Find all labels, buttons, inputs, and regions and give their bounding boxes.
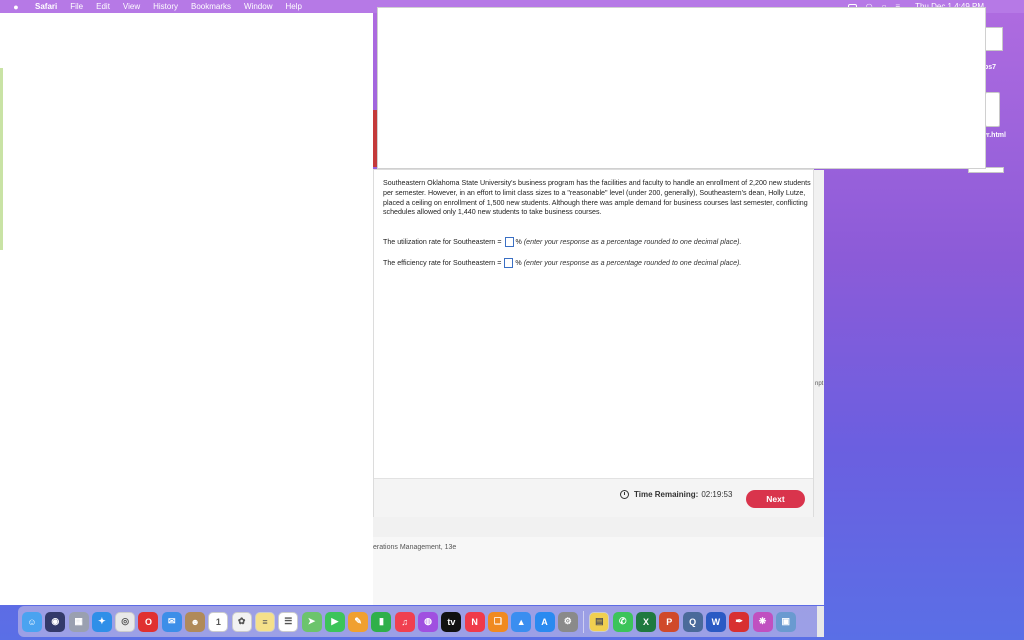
apple-icon[interactable]: ●: [11, 2, 21, 12]
contacts-icon[interactable]: ☻: [185, 611, 206, 632]
time-remaining: Time Remaining: 02:19:53: [620, 490, 732, 499]
maps-icon[interactable]: ➤: [301, 611, 322, 632]
utilization-answer-row: The utilization rate for Southeastern = …: [383, 237, 742, 247]
word-icon[interactable]: W: [705, 611, 726, 632]
left-browser-window: [0, 13, 373, 605]
news-icon[interactable]: N: [464, 611, 485, 632]
acrobat-icon[interactable]: ✒: [729, 611, 750, 632]
question-card: Southeastern Oklahoma State University's…: [373, 169, 814, 517]
next-button[interactable]: Next: [746, 490, 805, 508]
mail-icon[interactable]: ✉: [161, 611, 182, 632]
podcasts-icon[interactable]: ◍: [418, 611, 439, 632]
launchpad-icon[interactable]: ▦: [68, 611, 89, 632]
utilization-hint: (enter your response as a percentage rou…: [523, 238, 742, 246]
settings-icon[interactable]: ⚙: [557, 611, 578, 632]
efficiency-hint: (enter your response as a percentage rou…: [523, 259, 742, 267]
menu-file[interactable]: File: [70, 2, 83, 11]
appletv-icon[interactable]: tv: [441, 611, 462, 632]
efficiency-unit: %: [515, 259, 522, 267]
siri-icon[interactable]: ◉: [45, 611, 66, 632]
safari-icon[interactable]: ✦: [91, 611, 112, 632]
left-window-content: [5, 17, 371, 603]
window-edge-accent: [0, 68, 3, 250]
finder-icon[interactable]: ☺: [22, 611, 42, 632]
efficiency-label: The efficiency rate for Southeastern =: [383, 259, 502, 267]
side-text-fragment: npt: [815, 381, 824, 387]
blank-popup-overlay: [377, 7, 986, 169]
menu-help[interactable]: Help: [285, 2, 301, 11]
notes-icon[interactable]: ≡: [254, 611, 275, 632]
desktop-document-icon[interactable]: [985, 92, 1000, 127]
powerpoint-icon[interactable]: P: [659, 611, 680, 632]
desktop-file-label-html[interactable]: yr.html: [983, 132, 1006, 139]
menu-app-name[interactable]: Safari: [35, 2, 57, 11]
utilization-unit: %: [515, 238, 522, 246]
preview-icon[interactable]: ▣: [775, 611, 796, 632]
messages-icon[interactable]: ✆: [612, 611, 633, 632]
pencil-icon[interactable]: ✎: [348, 611, 369, 632]
menu-history[interactable]: History: [153, 2, 178, 11]
chrome-icon[interactable]: ◎: [115, 611, 136, 632]
clock-icon: [620, 490, 629, 499]
keynote-icon[interactable]: ▲: [511, 611, 532, 632]
dock-separator: [583, 610, 585, 633]
photos-icon[interactable]: ✿: [231, 611, 252, 632]
facetime-icon[interactable]: ▶: [324, 611, 345, 632]
stickies-icon[interactable]: ▤: [589, 611, 610, 632]
quicktime-icon[interactable]: Q: [682, 611, 703, 632]
calendar-icon[interactable]: 1: [208, 611, 229, 632]
card-footer: Time Remaining: 02:19:53 Next: [374, 478, 813, 517]
reminders-icon[interactable]: ☰: [278, 611, 299, 632]
menu-window[interactable]: Window: [244, 2, 272, 11]
menu-edit[interactable]: Edit: [96, 2, 110, 11]
time-remaining-label: Time Remaining:: [634, 490, 699, 499]
excel-icon[interactable]: X: [636, 611, 657, 632]
menu-view[interactable]: View: [123, 2, 140, 11]
dock-right-edge: [817, 606, 824, 637]
books-icon[interactable]: ❏: [487, 611, 508, 632]
utilization-label: The utilization rate for Southeastern =: [383, 238, 502, 246]
dock: ☺ ◉ ▦ ✦ ◎ O ✉ ☻ 1 ✿ ≡ ☰ ➤ ▶ ✎ ▮ ♫ ◍ tv N ❏ ▲ A ⚙ ▤ ✆ X P Q W ✒ ❋ ▣: [18, 606, 823, 637]
music-icon[interactable]: ♫: [394, 611, 415, 632]
teams-icon[interactable]: ❋: [752, 611, 773, 632]
utilization-input[interactable]: [504, 237, 514, 247]
time-remaining-value: 02:19:53: [701, 490, 733, 499]
opera-icon[interactable]: O: [138, 611, 159, 632]
numbers-icon[interactable]: ▮: [371, 611, 392, 632]
question-text: Southeastern Oklahoma State University's…: [383, 179, 811, 217]
efficiency-answer-row: The efficiency rate for Southeastern = %…: [383, 258, 741, 268]
efficiency-input[interactable]: [504, 258, 514, 268]
appstore-icon[interactable]: A: [534, 611, 555, 632]
menu-bookmarks[interactable]: Bookmarks: [191, 2, 231, 11]
page-footer-text: erations Management, 13e: [373, 544, 457, 551]
